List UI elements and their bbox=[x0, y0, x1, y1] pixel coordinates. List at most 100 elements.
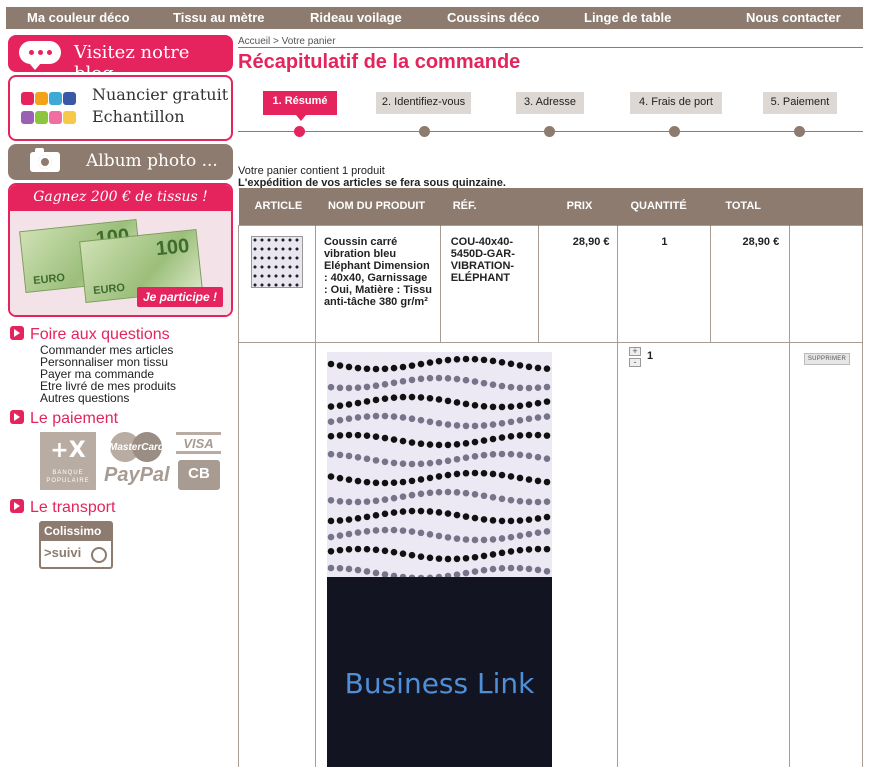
pattern-dot bbox=[543, 413, 551, 420]
blog-banner[interactable]: Visitez notre blog bbox=[8, 35, 233, 84]
pattern-dot bbox=[543, 498, 551, 505]
pattern-dot bbox=[426, 489, 434, 497]
top-navigation: Ma couleur déco Tissu au mètre Rideau vo… bbox=[6, 7, 863, 29]
col-header-ref: RÉF. bbox=[440, 188, 539, 225]
quantity-increase-button[interactable]: + bbox=[629, 347, 641, 356]
pattern-dot bbox=[336, 362, 344, 369]
pattern-dot bbox=[327, 360, 335, 368]
breadcrumb[interactable]: Accueil > Votre panier bbox=[238, 36, 336, 47]
pattern-dot bbox=[543, 513, 551, 521]
pattern-dot bbox=[381, 458, 389, 466]
pattern-dot bbox=[516, 564, 524, 572]
pattern-dot bbox=[417, 490, 425, 498]
pattern-dot bbox=[354, 414, 362, 421]
pattern-dot bbox=[363, 568, 371, 575]
pattern-dot bbox=[345, 546, 353, 553]
business-link-banner[interactable]: Business Link bbox=[327, 577, 552, 767]
pattern-dot bbox=[327, 517, 335, 525]
step-paiement[interactable]: 5. Paiement bbox=[763, 92, 837, 114]
pattern-dot bbox=[417, 394, 425, 401]
arrow-right-icon bbox=[10, 326, 24, 340]
product-thumbnail[interactable] bbox=[251, 235, 303, 288]
pattern-dot bbox=[471, 491, 479, 498]
cell-product-name[interactable]: Coussin carré vibration bleu Eléphant Di… bbox=[314, 224, 441, 343]
pattern-dot bbox=[354, 364, 362, 372]
pattern-dot bbox=[372, 546, 380, 554]
quantity-value: 1 bbox=[647, 350, 654, 362]
pattern-dot bbox=[399, 414, 407, 421]
pattern-dot bbox=[453, 489, 461, 496]
pattern-dot bbox=[345, 565, 353, 573]
step-frais-de-port[interactable]: 4. Frais de port bbox=[630, 92, 722, 114]
pattern-dot bbox=[498, 549, 506, 557]
pattern-dot bbox=[408, 393, 416, 401]
pattern-dot bbox=[480, 552, 488, 560]
step-identifiez-vous[interactable]: 2. Identifiez-vous bbox=[376, 92, 471, 114]
delete-button[interactable]: SUPPRIMER bbox=[804, 353, 850, 365]
pattern-dot bbox=[525, 565, 533, 573]
pattern-dot bbox=[534, 566, 542, 574]
paypal-logo: PayPal bbox=[104, 464, 170, 486]
nav-item-linge-de-table[interactable]: Linge de table bbox=[584, 10, 671, 25]
pattern-dot bbox=[489, 551, 497, 558]
pattern-dot bbox=[453, 455, 461, 463]
pattern-dot bbox=[354, 454, 362, 461]
faq-link-autres[interactable]: Autres questions bbox=[40, 392, 176, 404]
pattern-dot bbox=[516, 384, 524, 392]
pattern-dot bbox=[399, 478, 407, 486]
nav-item-coussins-deco[interactable]: Coussins déco bbox=[447, 10, 539, 25]
chat-bubble-icon bbox=[19, 41, 61, 70]
pattern-dot bbox=[462, 469, 470, 477]
pattern-dot bbox=[390, 494, 398, 502]
pattern-dot bbox=[435, 473, 443, 480]
nuancier-banner[interactable]: Nuancier gratuit Echantillon bbox=[8, 75, 233, 141]
pattern-dot bbox=[453, 399, 461, 406]
step-adresse[interactable]: 3. Adresse bbox=[516, 92, 584, 114]
pattern-dot bbox=[525, 476, 533, 483]
contest-banner[interactable]: Gagnez 200 € de tissus ! 100EURO 100EURO… bbox=[8, 183, 233, 317]
pattern-dot bbox=[489, 451, 497, 458]
pattern-dot bbox=[363, 413, 371, 420]
pattern-dot bbox=[426, 441, 434, 448]
pattern-dot bbox=[363, 498, 371, 505]
pattern-dot bbox=[390, 379, 398, 387]
pattern-dot bbox=[381, 395, 389, 402]
pattern-dot bbox=[354, 529, 362, 536]
nav-item-ma-couleur-deco[interactable]: Ma couleur déco bbox=[27, 10, 130, 25]
pattern-dot bbox=[345, 401, 353, 408]
pattern-dot bbox=[399, 363, 407, 371]
quantity-decrease-button[interactable]: - bbox=[629, 358, 641, 367]
pattern-dot bbox=[381, 496, 389, 503]
pattern-dot bbox=[534, 414, 542, 421]
pattern-dot bbox=[489, 421, 497, 428]
nav-item-tissu-au-metre[interactable]: Tissu au mètre bbox=[173, 10, 265, 25]
pattern-dot bbox=[444, 397, 452, 405]
pattern-dot bbox=[345, 476, 353, 483]
pattern-dot bbox=[336, 564, 344, 572]
step-resume[interactable]: 1. Résumé bbox=[263, 91, 337, 121]
pattern-dot bbox=[399, 550, 407, 557]
pattern-dot bbox=[534, 477, 542, 485]
col-header-quantite: QUANTITÉ bbox=[617, 188, 712, 225]
nav-item-nous-contacter[interactable]: Nous contacter bbox=[746, 10, 841, 25]
pattern-dot bbox=[336, 451, 344, 459]
album-photo-banner[interactable]: Album photo ... bbox=[8, 144, 233, 180]
faq-heading[interactable]: Foire aux questions bbox=[10, 325, 170, 344]
participate-button[interactable]: Je participe ! bbox=[136, 287, 223, 307]
pattern-dot bbox=[444, 457, 452, 465]
pattern-dot bbox=[417, 440, 425, 448]
col-header-article: ARTICLE bbox=[238, 188, 316, 225]
pattern-dot bbox=[534, 364, 542, 372]
nav-item-rideau-voilage[interactable]: Rideau voilage bbox=[310, 10, 402, 25]
pattern-dot bbox=[543, 365, 551, 372]
pattern-dot bbox=[444, 471, 452, 479]
pattern-dot bbox=[390, 548, 398, 556]
pattern-dot bbox=[435, 419, 443, 427]
pattern-dot bbox=[372, 382, 380, 390]
pattern-dot bbox=[372, 457, 380, 464]
pattern-dot bbox=[354, 399, 362, 407]
pattern-dot bbox=[516, 546, 524, 554]
pattern-dot bbox=[345, 516, 353, 523]
pattern-dot bbox=[525, 384, 533, 392]
transport-heading: Le transport bbox=[10, 498, 115, 517]
